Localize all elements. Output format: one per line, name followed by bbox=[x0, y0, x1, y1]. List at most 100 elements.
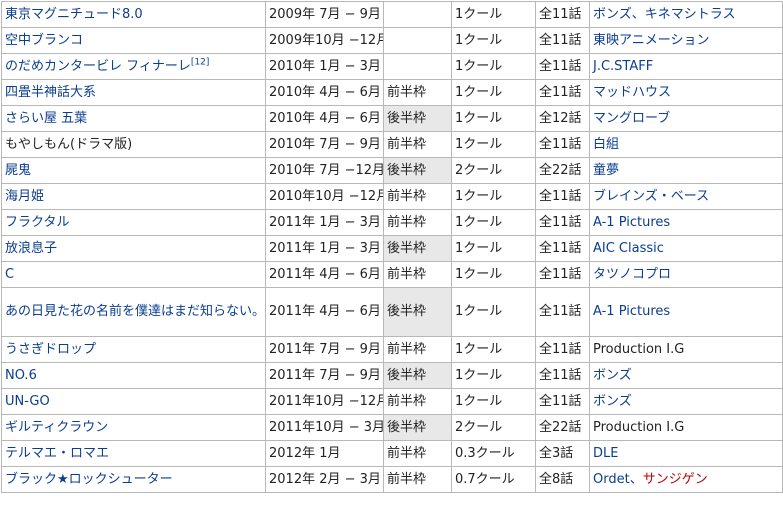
title-cell: 海月姫 bbox=[1, 183, 266, 210]
length-cell: 1クール bbox=[451, 336, 536, 363]
episodes-cell: 全11話 bbox=[535, 287, 590, 337]
studio-link[interactable]: マッドハウス bbox=[593, 85, 671, 100]
title-link[interactable]: 海月姫 bbox=[5, 189, 44, 204]
studio-cell: ボンズ bbox=[589, 388, 783, 415]
title-link[interactable]: フラクタル bbox=[5, 215, 69, 230]
anime-list-table: 東京マグニチュード8.0 2009年 7月 − 9月 1クール 全11話 ボンズ… bbox=[1, 1, 783, 493]
episodes-cell: 全12話 bbox=[535, 105, 590, 132]
table-row: UN-GO 2011年10月 −12月 前半枠 1クール 全11話 ボンズ bbox=[1, 388, 783, 415]
episodes-cell: 全11話 bbox=[535, 209, 590, 236]
title-link[interactable]: さらい屋 五葉 bbox=[5, 111, 87, 126]
table-row: テルマエ・ロマエ 2012年 1月 前半枠 0.3クール 全3話 DLE bbox=[1, 440, 783, 467]
period-cell: 2011年 4月 − 6月 bbox=[265, 261, 384, 288]
studio-link[interactable]: DLE bbox=[593, 446, 618, 461]
episodes-cell: 全11話 bbox=[535, 336, 590, 363]
slot-cell bbox=[383, 53, 452, 80]
studio-link[interactable]: Ordet、 bbox=[593, 472, 643, 487]
studio-cell: 東映アニメーション bbox=[589, 27, 783, 54]
title-link[interactable]: UN-GO bbox=[5, 394, 50, 409]
length-cell: 0.7クール bbox=[451, 466, 536, 493]
title-cell: あの日見た花の名前を僕達はまだ知らない。 bbox=[1, 287, 266, 337]
title-link[interactable]: NO.6 bbox=[5, 368, 37, 383]
table-row: 四畳半神話大系 2010年 4月 − 6月 前半枠 1クール 全11話 マッドハ… bbox=[1, 79, 783, 106]
slot-cell: 前半枠 bbox=[383, 440, 452, 467]
title-link[interactable]: テルマエ・ロマエ bbox=[5, 446, 109, 461]
table-row: 東京マグニチュード8.0 2009年 7月 − 9月 1クール 全11話 ボンズ… bbox=[1, 1, 783, 28]
studio-link[interactable]: ボンズ bbox=[593, 394, 632, 409]
episodes-cell: 全8話 bbox=[535, 466, 590, 493]
episodes-cell: 全11話 bbox=[535, 27, 590, 54]
title-link[interactable]: うさぎドロップ bbox=[5, 342, 96, 357]
title-link[interactable]: あの日見た花の名前を僕達はまだ知らない。 bbox=[5, 304, 265, 319]
title-text: もやしもん(ドラマ版) bbox=[5, 136, 133, 152]
studio-redlink[interactable]: サンジゲン bbox=[643, 472, 708, 487]
title-link[interactable]: 放浪息子 bbox=[5, 241, 57, 256]
table-row: 放浪息子 2011年 1月 − 3月 後半枠 1クール 全11話 AIC Cla… bbox=[1, 235, 783, 262]
studio-link[interactable]: 東映アニメーション bbox=[593, 33, 709, 48]
length-cell: 1クール bbox=[451, 53, 536, 80]
title-cell: フラクタル bbox=[1, 209, 266, 236]
title-link[interactable]: ブラック★ロックシューター bbox=[5, 472, 173, 487]
studio-link[interactable]: 白組 bbox=[593, 137, 619, 152]
studio-cell: DLE bbox=[589, 440, 783, 467]
title-cell: のだめカンタービレ フィナーレ[12] bbox=[1, 53, 266, 80]
studio-link[interactable]: ボンズ bbox=[593, 368, 632, 383]
studio-link[interactable]: 童夢 bbox=[593, 163, 619, 178]
studio-link[interactable]: マングローブ bbox=[593, 111, 670, 126]
studio-link[interactable]: AIC Classic bbox=[593, 241, 664, 256]
studio-link[interactable]: J.C.STAFF bbox=[593, 59, 653, 74]
period-cell: 2011年 1月 − 3月 bbox=[265, 209, 384, 236]
studio-cell: Production I.G bbox=[589, 414, 783, 441]
episodes-cell: 全11話 bbox=[535, 183, 590, 210]
length-cell: 1クール bbox=[451, 388, 536, 415]
episodes-cell: 全3話 bbox=[535, 440, 590, 467]
slot-cell: 後半枠 bbox=[383, 362, 452, 389]
length-cell: 1クール bbox=[451, 105, 536, 132]
table-row: ブラック★ロックシューター 2012年 2月 − 3月 前半枠 0.7クール 全… bbox=[1, 466, 783, 493]
studio-cell: AIC Classic bbox=[589, 235, 783, 262]
title-link[interactable]: C bbox=[5, 267, 14, 282]
title-link[interactable]: ギルティクラウン bbox=[5, 420, 108, 435]
title-link[interactable]: のだめカンタービレ フィナーレ bbox=[5, 59, 191, 74]
slot-cell: 後半枠 bbox=[383, 105, 452, 132]
length-cell: 1クール bbox=[451, 27, 536, 54]
episodes-cell: 全22話 bbox=[535, 414, 590, 441]
title-link[interactable]: 空中ブランコ bbox=[5, 33, 83, 48]
period-cell: 2011年 7月 − 9月 bbox=[265, 362, 384, 389]
title-cell: うさぎドロップ bbox=[1, 336, 266, 363]
slot-cell: 前半枠 bbox=[383, 183, 452, 210]
studio-link[interactable]: A-1 Pictures bbox=[593, 304, 670, 319]
period-cell: 2010年 1月 − 3月 bbox=[265, 53, 384, 80]
studio-text: Production I.G bbox=[593, 419, 685, 435]
length-cell: 1クール bbox=[451, 362, 536, 389]
studio-link[interactable]: タツノコプロ bbox=[593, 267, 671, 282]
length-cell: 1クール bbox=[451, 261, 536, 288]
episodes-cell: 全11話 bbox=[535, 53, 590, 80]
slot-cell: 前半枠 bbox=[383, 261, 452, 288]
period-cell: 2011年10月 − 3月 bbox=[265, 414, 384, 441]
studio-cell: ボンズ bbox=[589, 362, 783, 389]
studio-cell: Ordet、サンジゲン bbox=[589, 466, 783, 493]
period-cell: 2010年 4月 − 6月 bbox=[265, 79, 384, 106]
studio-link[interactable]: ボンズ、キネマシトラス bbox=[593, 7, 735, 22]
period-cell: 2010年 4月 − 6月 bbox=[265, 105, 384, 132]
length-cell: 0.3クール bbox=[451, 440, 536, 467]
length-cell: 1クール bbox=[451, 131, 536, 158]
title-cell: UN-GO bbox=[1, 388, 266, 415]
table-row: C 2011年 4月 − 6月 前半枠 1クール 全11話 タツノコプロ bbox=[1, 261, 783, 288]
table-row: うさぎドロップ 2011年 7月 − 9月 前半枠 1クール 全11話 Prod… bbox=[1, 336, 783, 363]
title-cell: C bbox=[1, 261, 266, 288]
length-cell: 1クール bbox=[451, 79, 536, 106]
period-cell: 2010年 7月 − 9月 bbox=[265, 131, 384, 158]
studio-cell: 童夢 bbox=[589, 157, 783, 184]
title-link[interactable]: 四畳半神話大系 bbox=[5, 85, 96, 100]
studio-cell: ボンズ、キネマシトラス bbox=[589, 1, 783, 28]
studio-link[interactable]: ブレインズ・ベース bbox=[593, 189, 709, 204]
studio-cell: Production I.G bbox=[589, 336, 783, 363]
title-link[interactable]: 東京マグニチュード8.0 bbox=[5, 7, 143, 22]
table-row: 屍鬼 2010年 7月 −12月 後半枠 2クール 全22話 童夢 bbox=[1, 157, 783, 184]
studio-link[interactable]: A-1 Pictures bbox=[593, 215, 670, 230]
episodes-cell: 全11話 bbox=[535, 1, 590, 28]
reference-note[interactable]: [12] bbox=[191, 57, 209, 67]
title-link[interactable]: 屍鬼 bbox=[5, 163, 31, 178]
